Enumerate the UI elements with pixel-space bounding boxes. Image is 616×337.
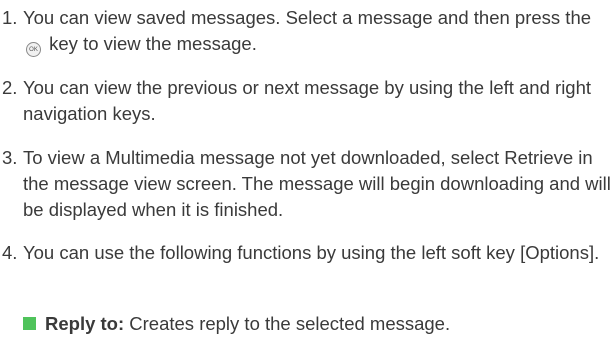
step-number: 2. [2,77,18,98]
step-number: 4. [2,242,18,263]
step-text-before-icon: You can view saved messages. Select a me… [23,7,592,28]
ok-key-icon: OK [26,42,41,57]
step-1: 1. You can view saved messages. Select a… [0,5,612,57]
step-3: 3. To view a Multimedia message not yet … [0,145,612,223]
option-label: Reply to: [45,313,125,334]
green-square-bullet-icon [23,317,36,330]
step-number: 1. [2,7,18,28]
step-number: 3. [2,147,18,168]
step-text: To view a Multimedia message not yet dow… [23,147,611,220]
step-text: You can use the following functions by u… [23,242,600,263]
option-description: Creates reply to the selected message. [129,313,451,334]
step-text: You can view the previous or next messag… [23,77,592,124]
step-4: 4. You can use the following functions b… [0,240,612,266]
step-text-after-icon: key to view the message. [49,33,257,54]
option-item-reply-to: Reply to: Creates reply to the selected … [23,311,613,337]
step-text: You can view saved messages. Select a me… [23,5,612,57]
manual-page: 1. You can view saved messages. Select a… [0,0,616,334]
step-2: 2. You can view the previous or next mes… [0,75,612,127]
